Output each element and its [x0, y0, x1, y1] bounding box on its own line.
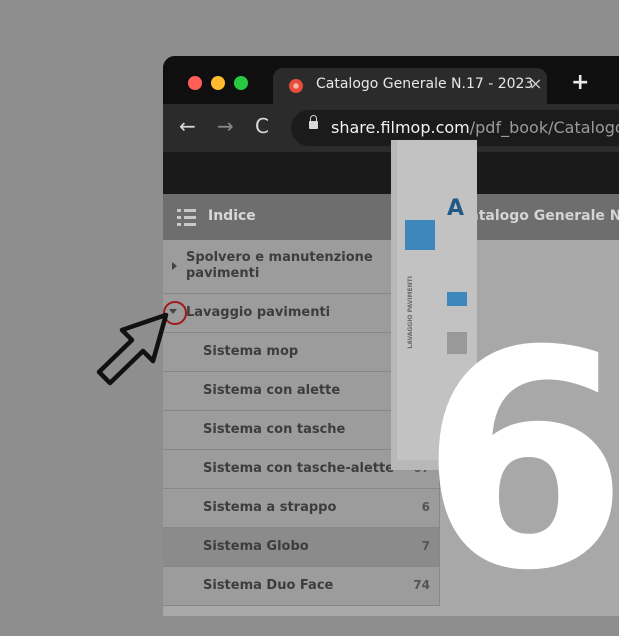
step-number: 6 [420, 287, 619, 636]
browser-tab[interactable]: Catalogo Generale N.17 - 2023 × [273, 68, 547, 104]
zoom-window-button[interactable] [234, 76, 248, 90]
toc-item-label: Sistema con alette [203, 383, 341, 398]
toc-item-label: Sistema a strappo [203, 500, 337, 515]
toc-item-label: Lavaggio pavimenti [186, 305, 331, 320]
toc-item-label: Sistema Globo [203, 539, 309, 554]
back-arrow-icon[interactable]: ← [179, 114, 196, 138]
url-text: share.filmop.com/pdf_book/Catalogo [331, 118, 619, 137]
document-title: Catalogo Generale N.17 [459, 208, 619, 224]
minimize-window-button[interactable] [211, 76, 225, 90]
forward-arrow-icon[interactable]: → [217, 114, 234, 138]
reload-icon[interactable]: C [255, 114, 269, 138]
toc-item-label: Sistema con tasche [203, 422, 346, 437]
url-host: share.filmop.com [331, 118, 470, 137]
tab-title: Catalogo Generale N.17 - 2023 [316, 76, 534, 92]
toc-item-label: Sistema mop [203, 344, 299, 359]
tab-close-icon[interactable]: × [529, 74, 542, 93]
filmop-favicon-icon [289, 79, 303, 93]
caret-down-icon[interactable] [169, 309, 177, 314]
list-icon[interactable] [177, 209, 196, 226]
cover-side-label: LAVAGGIO PAVIMENTI [407, 276, 414, 349]
index-title: Indice [208, 208, 256, 224]
lock-icon [309, 115, 318, 129]
toc-item-label: Sistema con tasche-alette [203, 461, 395, 476]
toc-item-sistema-globo[interactable]: Sistema Globo 7 [163, 528, 440, 567]
mouse-pointer-icon [96, 312, 169, 386]
url-path: /pdf_book/Catalogo [469, 118, 619, 137]
toc-item-sistema-strappo[interactable]: Sistema a strappo 6 [163, 489, 440, 528]
close-window-button[interactable] [188, 76, 202, 90]
new-tab-button[interactable]: + [571, 70, 589, 95]
cover-color-block [405, 220, 435, 250]
toc-item-sistema-duo-face[interactable]: Sistema Duo Face 74 [163, 567, 440, 606]
caret-right-icon[interactable] [172, 262, 177, 270]
cover-letter: A [447, 196, 465, 221]
tab-bar: Catalogo Generale N.17 - 2023 × + [163, 56, 619, 104]
toc-item-label: Spolvero e manutenzione pavimenti [186, 250, 373, 281]
